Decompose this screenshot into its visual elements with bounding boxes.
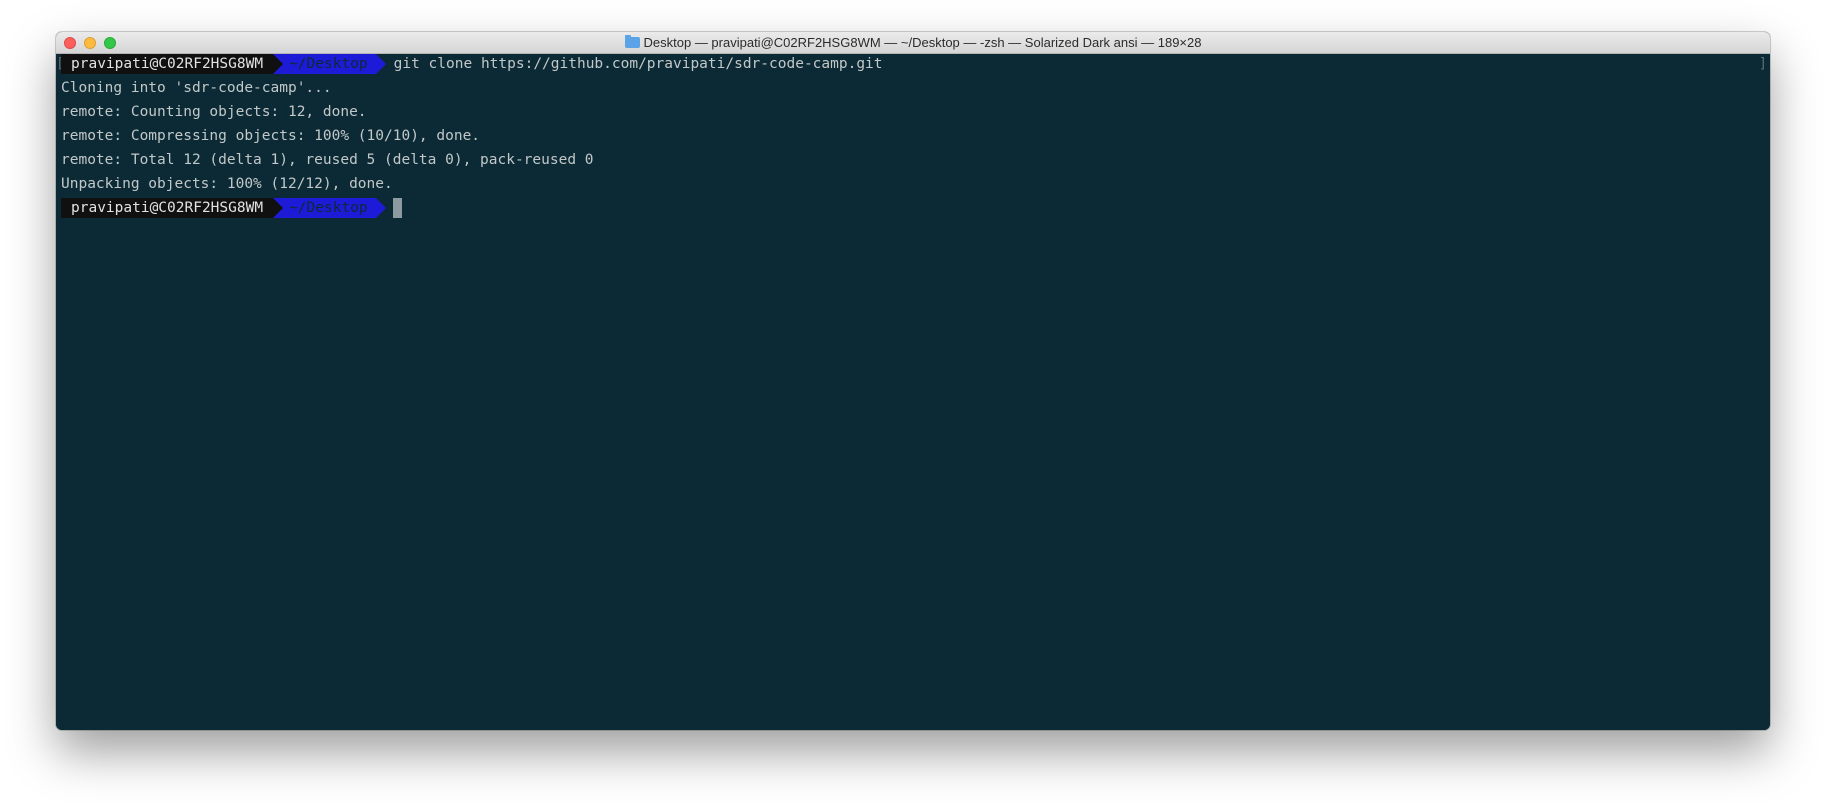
folder-icon: [624, 35, 640, 48]
command-text: git clone https://github.com/pravipati/s…: [393, 56, 883, 72]
title-bar[interactable]: Desktop — pravipati@C02RF2HSG8WM — ~/Des…: [56, 32, 1770, 54]
prompt: pravipati@C02RF2HSG8WM ~/Desktop: [61, 198, 402, 218]
prompt-user: pravipati@C02RF2HSG8WM: [61, 54, 274, 74]
window-title-text: Desktop — pravipati@C02RF2HSG8WM — ~/Des…: [643, 35, 1202, 50]
output-line: remote: Total 12 (delta 1), reused 5 (de…: [61, 152, 594, 168]
text-cursor[interactable]: [392, 198, 402, 218]
prompt: pravipati@C02RF2HSG8WM ~/Desktop git clo…: [61, 54, 883, 74]
terminal-window: Desktop — pravipati@C02RF2HSG8WM — ~/Des…: [56, 32, 1770, 730]
window-title: Desktop — pravipati@C02RF2HSG8WM — ~/Des…: [56, 32, 1770, 54]
prompt-directory: ~/Desktop: [283, 54, 376, 74]
selection-bracket-right: ]: [1758, 56, 1767, 72]
prompt-end-arrow: [375, 198, 386, 218]
output-line: remote: Counting objects: 12, done.: [61, 104, 367, 120]
output-line: Cloning into 'sdr-code-camp'...: [61, 80, 332, 96]
command-line: [ ] pravipati@C02RF2HSG8WM ~/Desktop git…: [56, 54, 1770, 74]
prompt-directory: ~/Desktop: [283, 198, 376, 218]
prompt-user: pravipati@C02RF2HSG8WM: [61, 198, 274, 218]
terminal-content[interactable]: [ ] pravipati@C02RF2HSG8WM ~/Desktop git…: [56, 54, 1770, 730]
output-line: remote: Compressing objects: 100% (10/10…: [61, 128, 481, 144]
prompt-separator-arrow: [273, 54, 284, 74]
output-line: Unpacking objects: 100% (12/12), done.: [61, 176, 393, 192]
prompt-separator-arrow: [273, 198, 284, 218]
prompt-end-arrow: [375, 54, 386, 74]
